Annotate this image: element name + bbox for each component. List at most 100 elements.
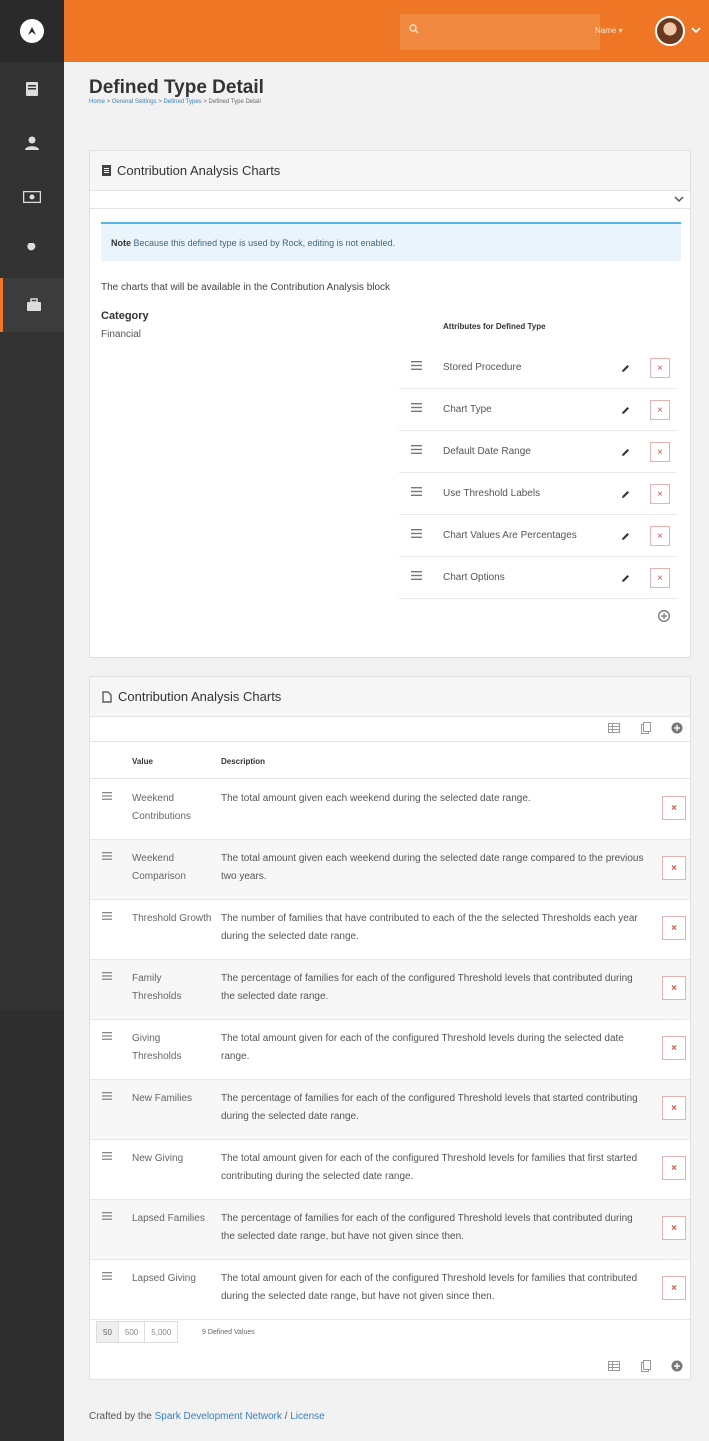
nav-item-finance[interactable] bbox=[0, 170, 64, 224]
page-size-option[interactable]: 50 bbox=[96, 1321, 119, 1343]
delete-button[interactable]: × bbox=[662, 1096, 686, 1120]
reorder-grip-icon[interactable] bbox=[102, 852, 112, 860]
briefcase-icon bbox=[26, 298, 41, 311]
delete-attribute-button[interactable]: × bbox=[650, 358, 670, 378]
delete-attribute-button[interactable]: × bbox=[650, 400, 670, 420]
delete-button[interactable]: × bbox=[662, 796, 686, 820]
footer-separator: / bbox=[281, 1411, 291, 1422]
nav-item-tools[interactable] bbox=[0, 224, 64, 278]
footer-link-license[interactable]: License bbox=[290, 1411, 324, 1422]
defined-type-description: The charts that will be available in the… bbox=[101, 282, 391, 293]
breadcrumb: Home > General Settings > Defined Types … bbox=[89, 99, 261, 105]
table-row[interactable]: New Giving The total amount given for ea… bbox=[90, 1140, 690, 1200]
delete-button[interactable]: × bbox=[662, 976, 686, 1000]
breadcrumb-general-settings[interactable]: General Settings bbox=[112, 99, 157, 105]
search-input[interactable] bbox=[400, 14, 600, 50]
category-label: Category bbox=[101, 310, 149, 322]
collapse-bar[interactable] bbox=[90, 191, 690, 209]
table-row[interactable]: Weekend Comparison The total amount give… bbox=[90, 840, 690, 900]
delete-button[interactable]: × bbox=[662, 916, 686, 940]
delete-attribute-button[interactable]: × bbox=[650, 568, 670, 588]
edit-attribute-button[interactable] bbox=[615, 568, 635, 588]
footer-link-spark[interactable]: Spark Development Network bbox=[155, 1411, 282, 1422]
close-icon: × bbox=[671, 1222, 677, 1234]
add-attribute-icon[interactable] bbox=[658, 610, 670, 622]
edit-attribute-button[interactable] bbox=[615, 526, 635, 546]
column-header-description[interactable]: Description bbox=[221, 757, 265, 766]
attribute-name: Chart Values Are Percentages bbox=[443, 530, 577, 541]
reorder-grip-icon[interactable] bbox=[102, 912, 112, 920]
sidebar-filler bbox=[0, 1010, 64, 1441]
delete-button[interactable]: × bbox=[662, 1276, 686, 1300]
delete-attribute-button[interactable]: × bbox=[650, 484, 670, 504]
breadcrumb-separator: > bbox=[158, 99, 162, 105]
name-dropdown[interactable]: Name ▾ bbox=[595, 26, 623, 35]
attribute-row: Chart Type × bbox=[399, 389, 677, 431]
page-size-option[interactable]: 5,000 bbox=[144, 1321, 179, 1343]
money-icon bbox=[23, 191, 41, 203]
reorder-grip-icon[interactable] bbox=[102, 1032, 112, 1040]
close-icon: × bbox=[671, 1282, 677, 1294]
delete-attribute-button[interactable]: × bbox=[650, 442, 670, 462]
table-row[interactable]: Weekend Contributions The total amount g… bbox=[90, 780, 690, 840]
page-size-option[interactable]: 500 bbox=[117, 1321, 146, 1343]
delete-button[interactable]: × bbox=[662, 856, 686, 880]
reorder-grip-icon[interactable] bbox=[411, 529, 422, 538]
delete-button[interactable]: × bbox=[662, 1036, 686, 1060]
avatar[interactable] bbox=[655, 16, 685, 46]
table-row[interactable]: New Families The percentage of families … bbox=[90, 1080, 690, 1140]
nav-item-admin[interactable] bbox=[0, 278, 64, 332]
rock-logo[interactable] bbox=[0, 0, 64, 62]
search-icon bbox=[409, 24, 419, 34]
pencil-icon bbox=[621, 574, 629, 582]
reorder-grip-icon[interactable] bbox=[411, 403, 422, 412]
edit-attribute-button[interactable] bbox=[615, 442, 635, 462]
breadcrumb-home[interactable]: Home bbox=[89, 99, 105, 105]
page-title: Defined Type Detail bbox=[89, 77, 264, 98]
reorder-grip-icon[interactable] bbox=[411, 361, 422, 370]
delete-button[interactable]: × bbox=[662, 1216, 686, 1240]
reorder-grip-icon[interactable] bbox=[102, 1272, 112, 1280]
delete-attribute-button[interactable]: × bbox=[650, 526, 670, 546]
column-header-value[interactable]: Value bbox=[132, 757, 153, 766]
excel-export-icon[interactable] bbox=[608, 1361, 620, 1371]
nav-item-people[interactable] bbox=[0, 116, 64, 170]
reorder-grip-icon[interactable] bbox=[411, 487, 422, 496]
value-cell: New Giving bbox=[132, 1153, 184, 1164]
chevron-down-icon[interactable] bbox=[691, 26, 701, 34]
excel-export-icon[interactable] bbox=[608, 723, 620, 733]
table-row[interactable]: Family Thresholds The percentage of fami… bbox=[90, 960, 690, 1020]
table-row[interactable]: Threshold Growth The number of families … bbox=[90, 900, 690, 960]
attribute-name: Chart Options bbox=[443, 572, 505, 583]
note-text: Because this defined type is used by Roc… bbox=[133, 238, 396, 248]
panel-heading: Contribution Analysis Charts bbox=[90, 151, 690, 191]
breadcrumb-defined-types[interactable]: Defined Types bbox=[163, 99, 201, 105]
table-row[interactable]: Giving Thresholds The total amount given… bbox=[90, 1020, 690, 1080]
reorder-grip-icon[interactable] bbox=[102, 1092, 112, 1100]
pencil-icon bbox=[621, 364, 629, 372]
attribute-name: Use Threshold Labels bbox=[443, 488, 541, 499]
reorder-grip-icon[interactable] bbox=[102, 1212, 112, 1220]
merge-template-icon[interactable] bbox=[641, 722, 651, 734]
attribute-name: Stored Procedure bbox=[443, 362, 522, 373]
add-value-icon[interactable] bbox=[671, 1360, 683, 1372]
table-row[interactable]: Lapsed Families The percentage of famili… bbox=[90, 1200, 690, 1260]
edit-attribute-button[interactable] bbox=[615, 484, 635, 504]
chevron-down-icon[interactable] bbox=[674, 195, 684, 203]
close-icon: × bbox=[671, 1162, 677, 1174]
reorder-grip-icon[interactable] bbox=[411, 571, 422, 580]
nav-item-pages[interactable] bbox=[0, 62, 64, 116]
delete-button[interactable]: × bbox=[662, 1156, 686, 1180]
edit-attribute-button[interactable] bbox=[615, 400, 635, 420]
reorder-grip-icon[interactable] bbox=[102, 1152, 112, 1160]
add-value-icon[interactable] bbox=[671, 722, 683, 734]
reorder-grip-icon[interactable] bbox=[411, 445, 422, 454]
breadcrumb-separator: > bbox=[203, 99, 207, 105]
edit-attribute-button[interactable] bbox=[615, 358, 635, 378]
close-icon: × bbox=[657, 488, 663, 500]
table-row[interactable]: Lapsed Giving The total amount given for… bbox=[90, 1260, 690, 1320]
reorder-grip-icon[interactable] bbox=[102, 972, 112, 980]
reorder-grip-icon[interactable] bbox=[102, 792, 112, 800]
panel-title: Contribution Analysis Charts bbox=[117, 163, 281, 178]
merge-template-icon[interactable] bbox=[641, 1360, 651, 1372]
